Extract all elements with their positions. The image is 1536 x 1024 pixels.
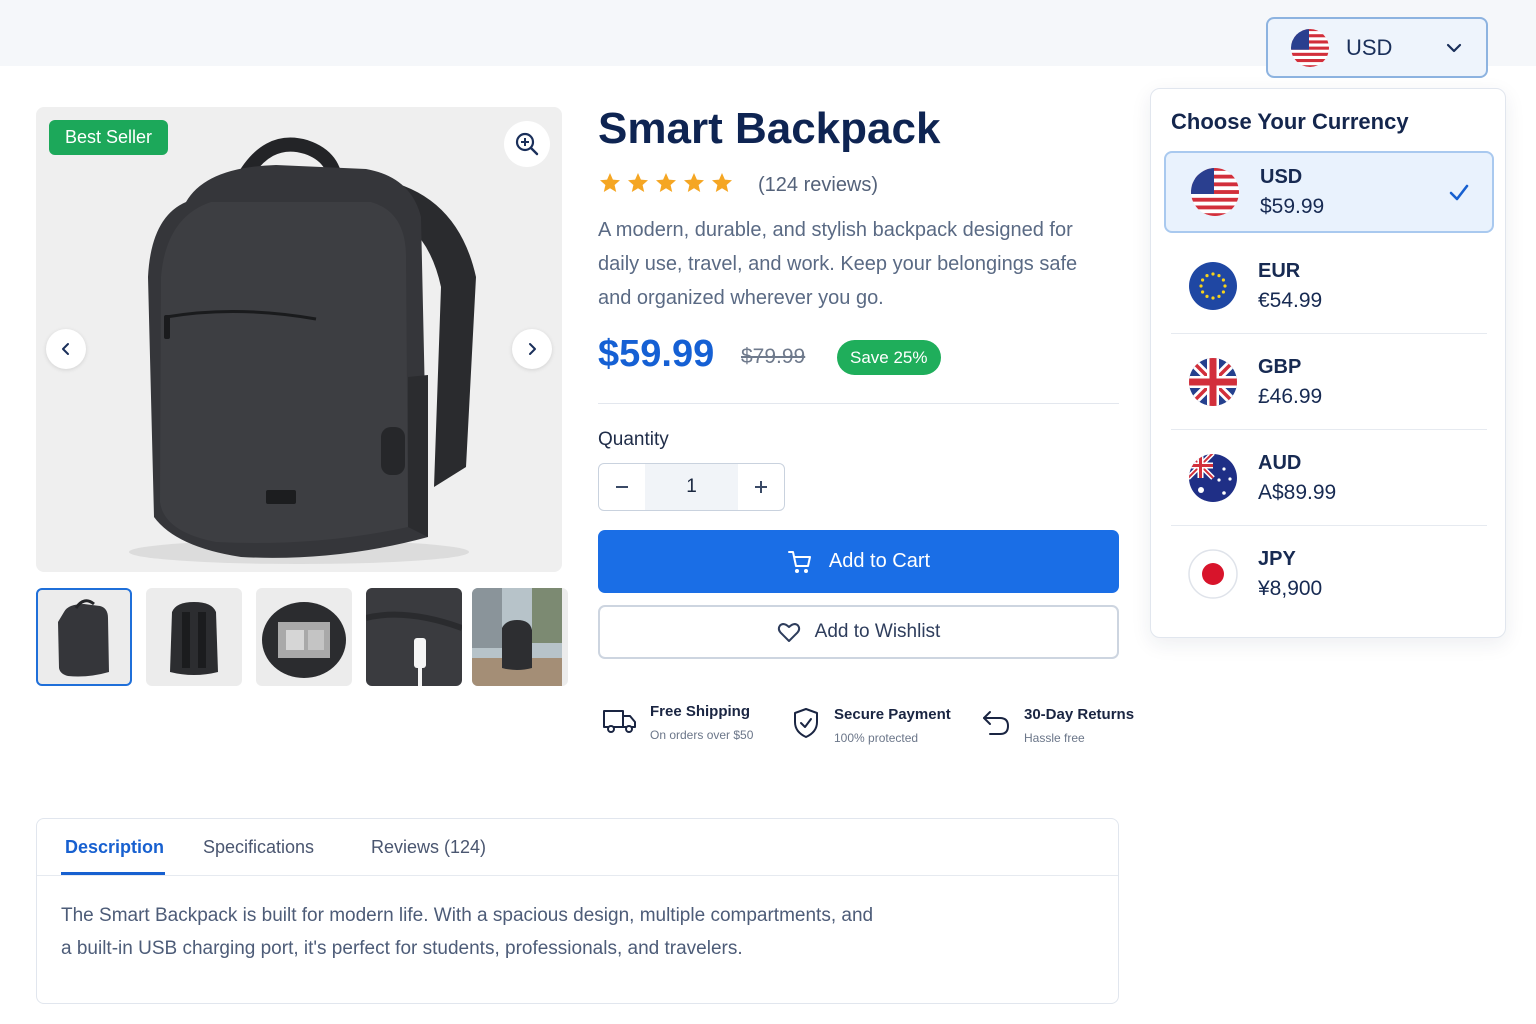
tabs-divider (37, 875, 1118, 876)
product-title: Smart Backpack (598, 104, 941, 153)
tab-description[interactable]: Description (65, 837, 164, 858)
return-arrow-icon (983, 711, 1010, 735)
increase-quantity-button[interactable] (738, 464, 784, 510)
cart-icon (787, 550, 811, 573)
reviews-link[interactable]: (124 reviews) (758, 174, 878, 197)
add-to-cart-button[interactable]: Add to Cart (598, 530, 1119, 593)
previous-image-button[interactable] (46, 329, 86, 369)
divider (598, 403, 1119, 404)
current-price: $59.99 (598, 333, 715, 375)
currency-option-eur[interactable]: EUR €54.99 (1164, 245, 1494, 327)
feature-title: Secure Payment (834, 706, 951, 723)
us-flag-icon (1191, 168, 1239, 216)
us-flag-icon (1291, 28, 1329, 67)
divider (1171, 429, 1487, 430)
currency-code: GBP (1258, 355, 1302, 378)
currency-option-usd[interactable]: USD $59.99 (1164, 151, 1494, 233)
active-tab-indicator (61, 872, 165, 875)
thumbnail-front[interactable] (36, 588, 132, 686)
shield-check-icon (794, 708, 818, 738)
eu-flag-icon (1189, 262, 1237, 310)
quantity-value[interactable]: 1 (645, 464, 738, 510)
currency-selector[interactable]: USD (1266, 17, 1488, 78)
feature-subtitle: On orders over $50 (650, 728, 754, 742)
star-icon (600, 173, 620, 192)
currency-dropdown-panel: Choose Your Currency USD $59.99 EUR €54.… (1150, 88, 1506, 638)
add-to-wishlist-label: Add to Wishlist (814, 621, 941, 642)
divider (1171, 525, 1487, 526)
currency-price: £46.99 (1258, 384, 1323, 408)
zoom-in-icon (515, 132, 539, 156)
currency-price: $59.99 (1260, 194, 1325, 218)
decrease-quantity-button[interactable] (599, 464, 645, 510)
rating-stars (598, 171, 734, 195)
tab-specifications[interactable]: Specifications (203, 837, 314, 858)
thumbnail-usb-port[interactable] (366, 588, 462, 686)
currency-option-aud[interactable]: AUD A$89.99 (1164, 437, 1494, 519)
thumbnail-back[interactable] (146, 588, 242, 686)
checkmark-icon (1449, 184, 1469, 201)
thumbnail-strip (36, 588, 568, 686)
feature-free-shipping: Free Shipping On orders over $50 (602, 703, 753, 742)
feature-title: 30-Day Returns (1024, 706, 1135, 723)
backpack-image (129, 137, 476, 564)
product-main-image[interactable]: Best Seller (36, 107, 562, 572)
star-icon (656, 173, 676, 192)
uk-flag-icon (1189, 358, 1237, 406)
chevron-down-icon (1446, 43, 1462, 52)
quantity-stepper: 1 (598, 463, 785, 511)
add-to-wishlist-button[interactable]: Add to Wishlist (598, 605, 1119, 659)
minus-icon (616, 486, 628, 488)
currency-selector-code: USD (1346, 34, 1393, 60)
jp-flag-icon (1188, 549, 1238, 599)
tab-content: The Smart Backpack is built for modern l… (61, 905, 874, 959)
feature-secure-payment: Secure Payment 100% protected (790, 706, 951, 745)
feature-title: Free Shipping (650, 703, 751, 720)
feature-subtitle: Hassle free (1024, 731, 1085, 745)
add-to-cart-label: Add to Cart (828, 550, 931, 572)
currency-code: JPY (1258, 547, 1296, 570)
quantity-label: Quantity (598, 429, 669, 450)
currency-price: €54.99 (1258, 288, 1323, 312)
zoom-button[interactable] (504, 121, 550, 167)
chevron-left-icon (62, 343, 69, 355)
thumbnail-inside[interactable] (256, 588, 352, 686)
chevron-right-icon (529, 343, 536, 355)
star-icon (712, 173, 732, 192)
product-tabs: Description Specifications Reviews (124)… (36, 818, 1119, 1004)
currency-code: USD (1260, 165, 1303, 188)
next-image-button[interactable] (512, 329, 552, 369)
feature-returns: 30-Day Returns Hassle free (980, 706, 1134, 745)
currency-code: EUR (1258, 259, 1301, 282)
currency-option-jpy[interactable]: JPY ¥8,900 (1164, 533, 1494, 615)
feature-subtitle: 100% protected (834, 731, 919, 745)
divider (1171, 333, 1487, 334)
original-price: $79.99 (741, 345, 806, 368)
au-flag-icon (1189, 454, 1237, 502)
thumbnail-lifestyle[interactable] (472, 588, 568, 686)
currency-price: A$89.99 (1258, 480, 1337, 504)
tab-reviews[interactable]: Reviews (124) (371, 837, 486, 858)
currency-price: ¥8,900 (1258, 576, 1323, 600)
truck-icon (603, 710, 636, 733)
save-badge: Save 25% (837, 340, 941, 375)
currency-code: AUD (1258, 451, 1302, 474)
currency-panel-title: Choose Your Currency (1171, 109, 1409, 134)
product-description: A modern, durable, and stylish backpack … (598, 219, 1078, 309)
heart-icon (777, 623, 800, 642)
star-icon (684, 173, 704, 192)
plus-icon (755, 481, 767, 493)
star-icon (628, 173, 648, 192)
currency-option-gbp[interactable]: GBP £46.99 (1164, 341, 1494, 423)
best-seller-badge: Best Seller (49, 120, 169, 155)
